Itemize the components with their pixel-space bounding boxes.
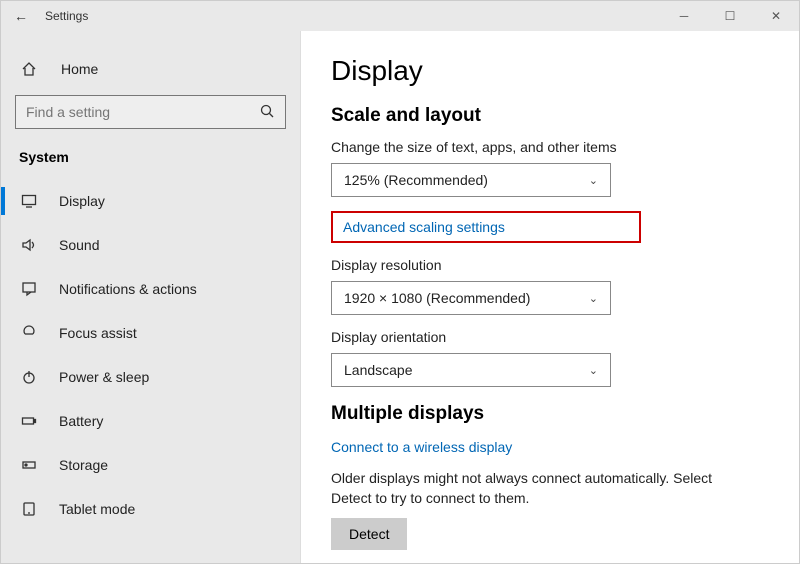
sidebar-item-tablet-mode[interactable]: Tablet mode bbox=[1, 487, 300, 531]
window-title: Settings bbox=[41, 9, 661, 23]
resolution-value: 1920 × 1080 (Recommended) bbox=[344, 290, 530, 306]
page-title: Display bbox=[331, 55, 769, 87]
chevron-down-icon: ⌄ bbox=[589, 174, 598, 187]
close-button[interactable]: ✕ bbox=[753, 1, 799, 31]
orientation-label: Display orientation bbox=[331, 329, 769, 345]
sidebar-item-label: Display bbox=[59, 193, 105, 209]
sidebar-item-notifications[interactable]: Notifications & actions bbox=[1, 267, 300, 311]
resolution-select[interactable]: 1920 × 1080 (Recommended) ⌄ bbox=[331, 281, 611, 315]
resolution-label: Display resolution bbox=[331, 257, 769, 273]
sidebar-item-battery[interactable]: Battery bbox=[1, 399, 300, 443]
power-icon bbox=[21, 369, 41, 385]
back-button[interactable]: ← bbox=[1, 8, 41, 24]
detect-button[interactable]: Detect bbox=[331, 518, 407, 550]
sound-icon bbox=[21, 237, 41, 253]
highlight-box: Advanced scaling settings bbox=[331, 211, 641, 243]
older-displays-text: Older displays might not always connect … bbox=[331, 469, 751, 508]
search-icon bbox=[259, 103, 275, 122]
group-system: System bbox=[1, 139, 300, 179]
advanced-scaling-link[interactable]: Advanced scaling settings bbox=[343, 219, 629, 235]
sidebar-item-label: Sound bbox=[59, 237, 99, 253]
display-icon bbox=[21, 193, 41, 209]
multiple-displays-heading: Multiple displays bbox=[331, 403, 769, 425]
home-label: Home bbox=[61, 61, 98, 77]
text-size-select[interactable]: 125% (Recommended) ⌄ bbox=[331, 163, 611, 197]
storage-icon bbox=[21, 457, 41, 473]
sidebar-item-display[interactable]: Display bbox=[1, 179, 300, 223]
sidebar-item-label: Notifications & actions bbox=[59, 281, 197, 297]
focus-assist-icon bbox=[21, 325, 41, 341]
notifications-icon bbox=[21, 281, 41, 297]
home-icon bbox=[21, 61, 45, 77]
sidebar-item-storage[interactable]: Storage bbox=[1, 443, 300, 487]
text-size-value: 125% (Recommended) bbox=[344, 172, 488, 188]
sidebar-item-label: Battery bbox=[59, 413, 103, 429]
wireless-display-link[interactable]: Connect to a wireless display bbox=[331, 439, 769, 455]
chevron-down-icon: ⌄ bbox=[589, 364, 598, 377]
search-input[interactable] bbox=[15, 95, 286, 129]
sidebar-item-sound[interactable]: Sound bbox=[1, 223, 300, 267]
search-field[interactable] bbox=[26, 104, 259, 120]
minimize-button[interactable]: ─ bbox=[661, 1, 707, 31]
scale-layout-heading: Scale and layout bbox=[331, 105, 769, 127]
sidebar-item-focus-assist[interactable]: Focus assist bbox=[1, 311, 300, 355]
chevron-down-icon: ⌄ bbox=[589, 292, 598, 305]
tablet-icon bbox=[21, 501, 41, 517]
orientation-select[interactable]: Landscape ⌄ bbox=[331, 353, 611, 387]
sidebar-item-label: Focus assist bbox=[59, 325, 137, 341]
orientation-value: Landscape bbox=[344, 362, 413, 378]
sidebar-item-power-sleep[interactable]: Power & sleep bbox=[1, 355, 300, 399]
maximize-button[interactable]: ☐ bbox=[707, 1, 753, 31]
sidebar-item-label: Storage bbox=[59, 457, 108, 473]
sidebar-item-label: Power & sleep bbox=[59, 369, 149, 385]
home-nav[interactable]: Home bbox=[1, 49, 300, 89]
text-size-label: Change the size of text, apps, and other… bbox=[331, 139, 769, 155]
battery-icon bbox=[21, 413, 41, 429]
sidebar-item-label: Tablet mode bbox=[59, 501, 135, 517]
